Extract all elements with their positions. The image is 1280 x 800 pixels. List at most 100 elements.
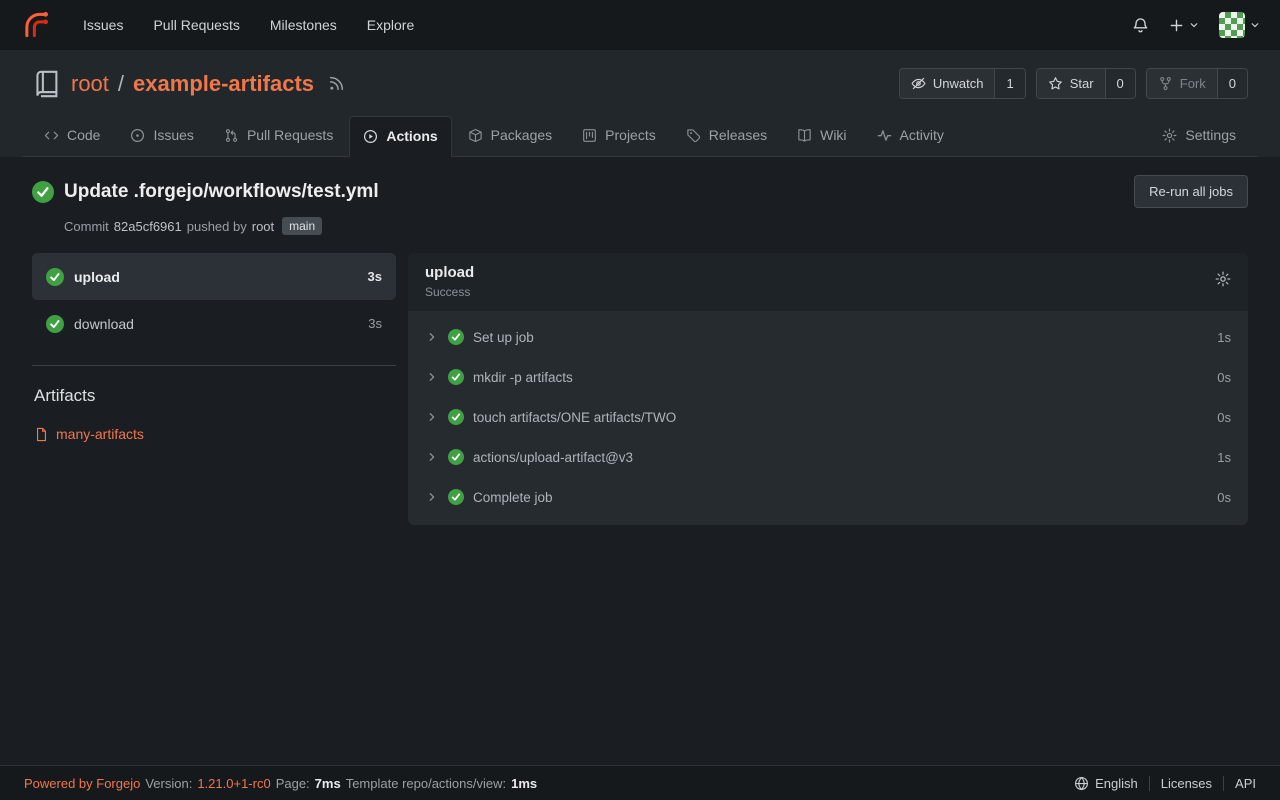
fork-button[interactable]: Fork <box>1147 69 1217 98</box>
plus-icon <box>1169 18 1184 33</box>
repo-name-link[interactable]: example-artifacts <box>133 71 314 97</box>
tab-pull-requests[interactable]: Pull Requests <box>210 115 347 156</box>
tab-projects[interactable]: Projects <box>568 115 670 156</box>
tab-label: Wiki <box>820 127 846 143</box>
artifact-link-many-artifacts[interactable]: many-artifacts <box>34 426 396 442</box>
step-row-set-up-job[interactable]: Set up job 1s <box>408 317 1248 357</box>
pull-request-icon <box>224 128 239 143</box>
job-duration: 3s <box>368 269 382 284</box>
artifact-name: many-artifacts <box>56 426 144 442</box>
star-label: Star <box>1070 76 1094 91</box>
branch-badge[interactable]: main <box>282 217 322 235</box>
nav-pull-requests[interactable]: Pull Requests <box>140 9 252 41</box>
unwatch-button-group: Unwatch 1 <box>899 68 1026 99</box>
success-check-icon <box>448 449 464 465</box>
user-menu[interactable] <box>1219 12 1260 38</box>
tab-settings[interactable]: Settings <box>1148 115 1250 156</box>
repo-owner-link[interactable]: root <box>71 71 109 97</box>
create-new-menu[interactable] <box>1169 18 1199 33</box>
tab-label: Code <box>67 127 100 143</box>
star-button-group: Star 0 <box>1036 68 1136 99</box>
tab-code[interactable]: Code <box>30 115 114 156</box>
package-icon <box>468 128 483 143</box>
step-row-complete-job[interactable]: Complete job 0s <box>408 477 1248 517</box>
step-row-mkdir[interactable]: mkdir -p artifacts 0s <box>408 357 1248 397</box>
version-label: Version: <box>145 776 192 791</box>
nav-issues[interactable]: Issues <box>70 9 136 41</box>
rerun-all-jobs-button[interactable]: Re-run all jobs <box>1134 175 1248 208</box>
rss-feed-button[interactable] <box>328 75 345 92</box>
job-duration: 3s <box>368 316 382 331</box>
tab-packages[interactable]: Packages <box>454 115 566 156</box>
footer: Powered by Forgejo Version: 1.21.0+1-rc0… <box>0 765 1280 800</box>
job-row-download[interactable]: download 3s <box>32 300 396 347</box>
job-list: upload 3s download 3s Artifacts many-art… <box>32 253 396 442</box>
tab-actions[interactable]: Actions <box>349 116 451 157</box>
repo-book-icon <box>32 69 62 99</box>
tab-releases[interactable]: Releases <box>672 115 781 156</box>
pushed-by-label: pushed by <box>187 219 247 234</box>
project-board-icon <box>582 128 597 143</box>
chevron-down-icon <box>1250 20 1260 30</box>
tab-activity[interactable]: Activity <box>863 115 958 156</box>
fork-button-group: Fork 0 <box>1146 68 1248 99</box>
nav-milestones[interactable]: Milestones <box>257 9 350 41</box>
chevron-right-icon <box>425 450 439 464</box>
language-menu[interactable]: English <box>1063 776 1149 791</box>
navbar-right <box>1132 12 1260 38</box>
step-label: touch artifacts/ONE artifacts/TWO <box>473 410 676 425</box>
job-options-button[interactable] <box>1215 271 1231 287</box>
pusher-link[interactable]: root <box>252 219 274 234</box>
tab-issues[interactable]: Issues <box>116 115 207 156</box>
step-row-touch[interactable]: touch artifacts/ONE artifacts/TWO 0s <box>408 397 1248 437</box>
star-icon <box>1048 76 1063 91</box>
api-link[interactable]: API <box>1223 776 1256 791</box>
run-title: Update .forgejo/workflows/test.yml <box>64 181 379 203</box>
licenses-link[interactable]: Licenses <box>1149 776 1223 791</box>
job-detail-status: Success <box>425 285 474 299</box>
tab-wiki[interactable]: Wiki <box>783 115 860 156</box>
footer-right: English Licenses API <box>1063 776 1256 791</box>
tab-label: Pull Requests <box>247 127 333 143</box>
job-row-upload[interactable]: upload 3s <box>32 253 396 300</box>
forgejo-logo-icon <box>20 10 50 40</box>
tab-label: Releases <box>709 127 767 143</box>
forks-count[interactable]: 0 <box>1217 69 1247 98</box>
step-duration: 0s <box>1217 370 1231 385</box>
repo-action-buttons: Unwatch 1 Star 0 Fork 0 <box>899 68 1248 99</box>
unwatch-button[interactable]: Unwatch <box>900 69 995 98</box>
stars-count[interactable]: 0 <box>1105 69 1135 98</box>
globe-icon <box>1074 776 1089 791</box>
step-duration: 1s <box>1217 330 1231 345</box>
code-icon <box>44 128 59 143</box>
page-time-value: 7ms <box>315 776 341 791</box>
watchers-count[interactable]: 1 <box>994 69 1024 98</box>
chevron-down-icon <box>1189 20 1199 30</box>
forgejo-logo[interactable] <box>20 10 50 40</box>
tab-label: Issues <box>153 127 193 143</box>
job-detail-panel: upload Success Set up job 1s mkdir -p <box>408 253 1248 525</box>
powered-by-forgejo-link[interactable]: Powered by Forgejo <box>24 776 140 791</box>
notifications-button[interactable] <box>1132 17 1149 34</box>
version-link[interactable]: 1.21.0+1-rc0 <box>197 776 270 791</box>
job-detail-title-block: upload Success <box>425 264 474 299</box>
repo-title-row: root / example-artifacts Unwatch 1 Star … <box>22 68 1258 115</box>
commit-label: Commit <box>64 219 109 234</box>
fork-icon <box>1158 76 1173 91</box>
step-row-upload-artifact[interactable]: actions/upload-artifact@v3 1s <box>408 437 1248 477</box>
pulse-icon <box>877 128 892 143</box>
nav-explore[interactable]: Explore <box>354 9 427 41</box>
rss-icon <box>328 75 345 92</box>
star-button[interactable]: Star <box>1037 69 1105 98</box>
job-name: download <box>74 316 134 332</box>
file-icon <box>34 427 49 442</box>
repo-separator: / <box>118 71 124 97</box>
success-check-icon <box>448 369 464 385</box>
run-title-row: Update .forgejo/workflows/test.yml Re-ru… <box>32 175 1248 208</box>
step-label: Complete job <box>473 490 553 505</box>
tag-icon <box>686 128 701 143</box>
actions-run-page: Update .forgejo/workflows/test.yml Re-ru… <box>0 157 1280 765</box>
success-check-icon <box>46 315 64 333</box>
commit-sha-link[interactable]: 82a5cf6961 <box>114 219 182 234</box>
repo-tab-bar: Code Issues Pull Requests Actions Packag… <box>22 115 1258 157</box>
